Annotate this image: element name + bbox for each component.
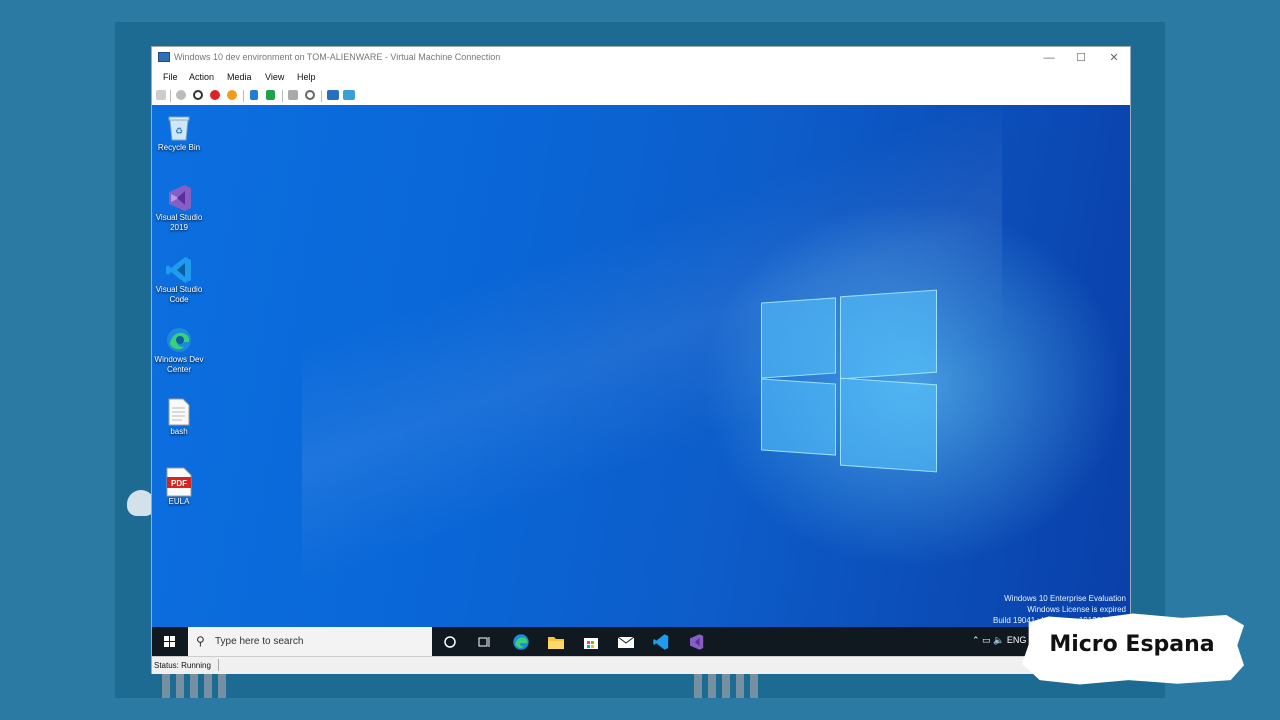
- status-divider: [218, 659, 219, 671]
- windows-logo-pane: [840, 289, 937, 380]
- turn-off-icon[interactable]: [193, 90, 203, 100]
- search-placeholder: Type here to search: [215, 636, 304, 647]
- mail-icon[interactable]: [615, 631, 637, 653]
- menu-help[interactable]: Help: [297, 72, 316, 82]
- network-icon[interactable]: ▭: [982, 635, 991, 645]
- pause-icon[interactable]: [250, 90, 258, 100]
- save-state-icon[interactable]: [227, 90, 237, 100]
- vm-connection-window: Windows 10 dev environment on TOM-ALIENW…: [151, 46, 1131, 674]
- status-text: Status: Running: [154, 661, 211, 670]
- menu-media[interactable]: Media: [227, 72, 252, 82]
- watermark-edition: Windows 10 Enterprise Evaluation: [1004, 594, 1126, 603]
- desktop-icon-eula[interactable]: PDF EULA: [152, 467, 206, 507]
- visual-studio-taskbar-icon[interactable]: [685, 631, 707, 653]
- recycle-bin-icon: ♻: [165, 113, 193, 143]
- edge-icon: [165, 325, 193, 355]
- minimize-button[interactable]: —: [1034, 49, 1064, 67]
- share-icon[interactable]: [343, 90, 355, 100]
- menu-file[interactable]: File: [163, 72, 178, 82]
- menu-action[interactable]: Action: [189, 72, 214, 82]
- desktop-icon-recycle-bin[interactable]: ♻ Recycle Bin: [152, 113, 206, 153]
- cortana-icon[interactable]: [439, 631, 461, 653]
- document-icon: [165, 397, 193, 427]
- volume-icon[interactable]: 🔈: [993, 635, 1004, 645]
- taskbar: ⚲ Type here to search ⌃ ▭ 🔈 ENG: [152, 627, 1130, 656]
- desktop-icon-visual-studio-2019[interactable]: Visual Studio 2019: [152, 183, 206, 233]
- window-title: Windows 10 dev environment on TOM-ALIENW…: [174, 52, 501, 62]
- task-view-icon[interactable]: [473, 631, 495, 653]
- vscode-icon: [165, 255, 193, 285]
- brand-text: Micro Espana: [1049, 632, 1215, 657]
- chevron-up-icon[interactable]: ⌃: [972, 635, 980, 645]
- ctrl-alt-del-icon[interactable]: [156, 90, 166, 100]
- windows-logo-pane: [761, 297, 836, 379]
- desktop-icon-bash[interactable]: bash: [152, 397, 206, 437]
- vscode-taskbar-icon[interactable]: [650, 631, 672, 653]
- light-beam: [302, 105, 1002, 656]
- language-indicator[interactable]: ENG: [1007, 635, 1027, 645]
- edge-taskbar-icon[interactable]: [510, 631, 532, 653]
- checkpoint-icon[interactable]: [288, 90, 298, 100]
- host-robot-decoration: [694, 672, 762, 698]
- search-icon: ⚲: [196, 634, 205, 648]
- title-bar[interactable]: Windows 10 dev environment on TOM-ALIENW…: [152, 47, 1130, 69]
- toolbar-separator: [170, 90, 171, 102]
- system-tray: ⌃ ▭ 🔈 ENG: [972, 635, 1026, 646]
- file-explorer-icon[interactable]: [545, 631, 567, 653]
- close-button[interactable]: ✕: [1099, 49, 1129, 67]
- revert-icon[interactable]: [305, 90, 315, 100]
- windows-start-icon: [164, 636, 169, 641]
- toolbar: [152, 87, 1130, 105]
- store-icon[interactable]: [580, 631, 602, 653]
- menu-bar: File Action Media View Help: [152, 69, 1130, 87]
- taskbar-search-box[interactable]: ⚲ Type here to search: [188, 627, 432, 656]
- visual-studio-icon: [165, 183, 193, 213]
- maximize-button[interactable]: ☐: [1066, 49, 1096, 67]
- status-bar: Status: Running: [152, 656, 1130, 674]
- shutdown-icon[interactable]: [210, 90, 220, 100]
- enhanced-session-icon[interactable]: [327, 90, 339, 100]
- desktop-icon-windows-dev-center[interactable]: Windows Dev Center: [152, 325, 206, 375]
- pdf-icon: PDF: [165, 467, 193, 497]
- vm-monitor-icon: [158, 52, 170, 62]
- svg-text:♻: ♻: [175, 126, 183, 136]
- menu-view[interactable]: View: [265, 72, 284, 82]
- start-button[interactable]: [152, 627, 186, 656]
- toolbar-separator: [282, 90, 283, 102]
- watermark-license: Windows License is expired: [1027, 605, 1126, 614]
- windows-logo-pane: [840, 377, 937, 473]
- toolbar-separator: [321, 90, 322, 102]
- host-robot-decoration: [162, 672, 230, 698]
- resume-icon[interactable]: [266, 90, 275, 100]
- guest-desktop[interactable]: ♻ Recycle Bin Visual Studio 2019 Visual …: [152, 105, 1130, 656]
- start-vm-icon[interactable]: [176, 90, 186, 100]
- desktop-icon-visual-studio-code[interactable]: Visual Studio Code: [152, 255, 206, 305]
- windows-logo-pane: [761, 378, 836, 456]
- pdf-badge-text: PDF: [171, 479, 187, 488]
- toolbar-separator: [243, 90, 244, 102]
